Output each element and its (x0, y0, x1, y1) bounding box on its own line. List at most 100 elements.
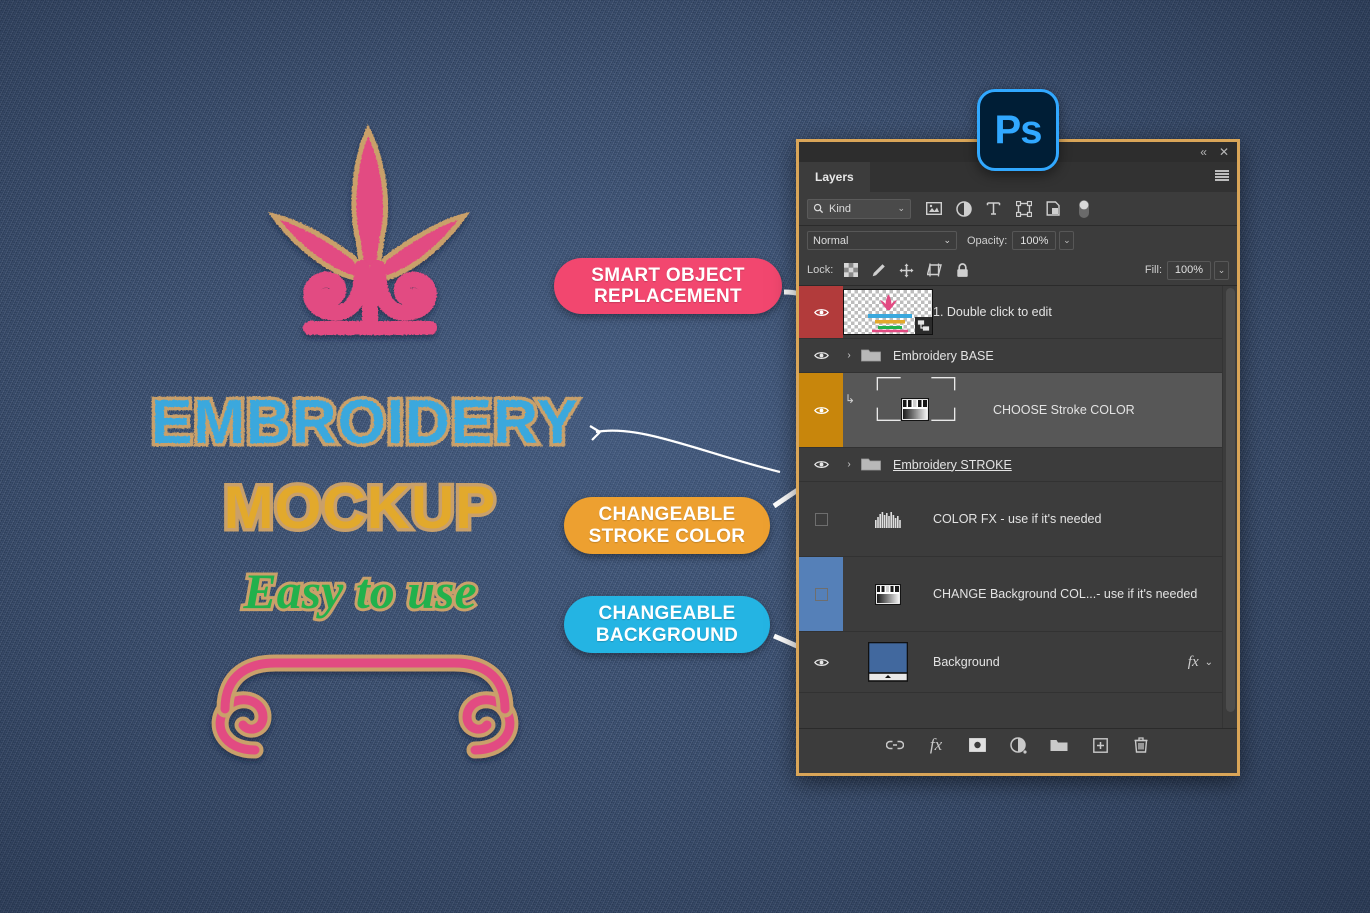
tab-layers[interactable]: Layers (799, 162, 870, 192)
close-panel-icon[interactable]: ✕ (1219, 146, 1229, 158)
layer-thumbnail[interactable] (843, 511, 933, 528)
layer-name-label: Embroidery STROKE (893, 458, 1237, 472)
levels-adjustment-thumbnail (875, 511, 902, 528)
filter-toggle-switch[interactable] (1075, 200, 1092, 217)
table-row[interactable]: CHANGE Background COL...- use if it's ne… (799, 557, 1237, 632)
filter-kind-label: Kind (829, 203, 851, 215)
folder-icon (861, 347, 881, 365)
lock-all-icon[interactable] (955, 263, 970, 278)
layer-name-label: Background (933, 655, 1188, 669)
panel-menu-icon[interactable] (1215, 170, 1229, 181)
table-row[interactable]: COLOR FX - use if it's needed (799, 482, 1237, 557)
opacity-chevron-icon[interactable]: ⌄ (1059, 231, 1074, 250)
layer-visibility-toggle[interactable] (799, 482, 843, 556)
chevron-down-icon[interactable]: ⌄ (897, 203, 905, 214)
fill-value[interactable]: 100% (1167, 261, 1211, 280)
layer-thumbnail[interactable] (843, 289, 933, 335)
callout-stroke-color-line2: STROKE COLOR (589, 526, 746, 547)
callout-smart-object-line1: SMART OBJECT (591, 265, 745, 286)
layers-scrollbar[interactable] (1222, 286, 1237, 728)
layer-visibility-toggle[interactable] (799, 632, 843, 692)
layer-name-label: CHANGE Background COL...- use if it's ne… (933, 587, 1237, 601)
table-row[interactable]: ↳ CHOOSE Stroke (799, 373, 1237, 448)
callout-background-line1: CHANGEABLE (596, 603, 738, 624)
pixel-layer-filter-icon[interactable] (925, 200, 942, 217)
chevron-down-icon[interactable]: ⌄ (943, 235, 951, 246)
table-row[interactable]: 1. Double click to edit (799, 286, 1237, 339)
opacity-value[interactable]: 100% (1012, 231, 1056, 250)
layer-visibility-toggle[interactable] (799, 557, 843, 631)
delete-layer-icon[interactable] (1132, 736, 1150, 754)
table-row[interactable]: › Embroidery STROKE (799, 448, 1237, 482)
layer-thumbnail[interactable] (843, 642, 933, 682)
callout-stroke-color-line1: CHANGEABLE (589, 504, 746, 525)
layers-scrollbar-thumb[interactable] (1226, 288, 1235, 712)
photoshop-layers-panel[interactable]: « ✕ Layers Kind ⌄ (796, 139, 1240, 776)
lock-label: Lock: (807, 264, 833, 276)
layers-panel-bottom-toolbar: fx (799, 728, 1237, 761)
script-text-easy-to-use: Easy to use (200, 552, 520, 632)
tab-layers-label: Layers (815, 170, 854, 184)
add-layer-style-icon[interactable]: fx (927, 736, 945, 754)
ps-badge-label: Ps (995, 108, 1042, 153)
svg-text:EMBROIDERY: EMBROIDERY (151, 388, 579, 457)
table-row[interactable]: Background fx ⌄ (799, 632, 1237, 693)
heading-line2-mockup: MOCKUP (180, 470, 540, 548)
callout-background-line2: BACKGROUND (596, 625, 738, 646)
layer-name-label: Embroidery BASE (893, 349, 1237, 363)
visibility-off-checkbox[interactable] (815, 588, 828, 601)
ornament-bottom-scroll-icon (195, 645, 535, 765)
blend-mode-row: Normal ⌄ Opacity: 100% ⌄ (799, 226, 1237, 255)
lock-row: Lock: Fill: 100% ⌄ (799, 255, 1237, 286)
new-fill-adjustment-icon[interactable] (1009, 736, 1027, 754)
eye-icon (814, 459, 829, 470)
lock-transparent-pixels-icon[interactable] (843, 263, 858, 278)
layer-thumbnail[interactable] (843, 584, 933, 605)
blend-mode-select[interactable]: Normal ⌄ (807, 231, 957, 250)
layer-visibility-toggle[interactable] (799, 286, 843, 338)
tab-strip-filler (870, 162, 1237, 192)
visibility-off-checkbox[interactable] (815, 513, 828, 526)
lock-artboard-nesting-icon[interactable] (927, 263, 942, 278)
folder-icon (861, 456, 881, 474)
smart-object-filter-icon[interactable] (1045, 200, 1062, 217)
search-icon (813, 203, 824, 214)
table-row[interactable]: › Embroidery BASE (799, 339, 1237, 373)
opacity-label: Opacity: (967, 235, 1007, 247)
heading-line1-embroidery: EMBROIDERY (110, 385, 620, 465)
fill-label: Fill: (1145, 264, 1162, 276)
shape-layer-filter-icon[interactable] (1015, 200, 1032, 217)
photoshop-app-icon: Ps (977, 89, 1059, 171)
clipping-mask-arrow-icon: ↳ (845, 392, 855, 406)
new-layer-icon[interactable] (1091, 736, 1109, 754)
new-group-icon[interactable] (1050, 736, 1068, 754)
layer-name-label: COLOR FX - use if it's needed (933, 512, 1237, 526)
smart-object-badge-icon (915, 317, 932, 334)
add-layer-mask-icon[interactable] (968, 736, 986, 754)
ornament-top-fleur-icon (250, 120, 490, 370)
lock-image-pixels-icon[interactable] (871, 263, 886, 278)
layer-visibility-toggle[interactable] (799, 448, 843, 481)
layer-visibility-toggle[interactable] (799, 373, 843, 447)
embroidery-artwork: EMBROIDERY MOCKUP Easy to use (0, 0, 660, 913)
layers-list[interactable]: 1. Double click to edit › Embroidery BAS… (799, 286, 1237, 728)
link-layers-icon[interactable] (886, 736, 904, 754)
group-expand-arrow-icon[interactable]: › (843, 350, 855, 361)
chevron-down-icon[interactable]: ⌄ (1205, 657, 1213, 668)
lock-position-icon[interactable] (899, 263, 914, 278)
layer-filter-row: Kind ⌄ (799, 192, 1237, 226)
svg-text:Easy to use: Easy to use (242, 563, 476, 619)
gradient-map-thumbnail[interactable] (901, 398, 929, 421)
collapse-panel-icon[interactable]: « (1200, 146, 1207, 158)
callout-changeable-background: CHANGEABLE BACKGROUND (564, 596, 770, 653)
layer-visibility-toggle[interactable] (799, 339, 843, 372)
eye-icon (814, 405, 829, 416)
gradient-map-thumbnail (875, 584, 901, 605)
eye-icon (814, 350, 829, 361)
adjustment-layer-filter-icon[interactable] (955, 200, 972, 217)
group-expand-arrow-icon[interactable]: › (843, 459, 855, 470)
filter-kind-select[interactable]: Kind ⌄ (807, 199, 911, 219)
type-layer-filter-icon[interactable] (985, 200, 1002, 217)
fill-chevron-icon[interactable]: ⌄ (1214, 261, 1229, 280)
fx-label: fx (1188, 654, 1199, 671)
